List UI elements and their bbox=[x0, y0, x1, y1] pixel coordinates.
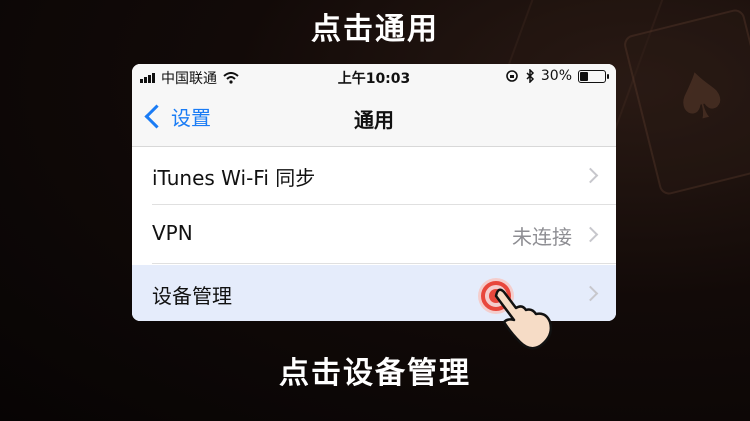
list-item-itunes-wifi-sync[interactable]: iTunes Wi-Fi 同步 bbox=[132, 147, 616, 205]
page-title: 通用 bbox=[354, 108, 394, 132]
chevron-right-icon bbox=[582, 285, 599, 302]
chevron-right-icon bbox=[582, 226, 599, 243]
rotation-lock-icon bbox=[506, 70, 518, 82]
battery-percent: 30% bbox=[540, 68, 572, 84]
list-item-label: iTunes Wi-Fi 同步 bbox=[152, 166, 316, 190]
spade-icon: ♠ bbox=[664, 54, 738, 140]
battery-icon bbox=[578, 69, 609, 83]
status-bar: 中国联通 上午10:03 30% bbox=[132, 64, 616, 90]
list-item-value: 未连接 bbox=[512, 225, 572, 249]
chevron-right-icon bbox=[582, 167, 599, 184]
list-item-label: 设备管理 bbox=[152, 284, 232, 308]
list-item-label: VPN bbox=[152, 221, 193, 245]
instruction-caption-bottom: 点击设备管理 bbox=[279, 356, 471, 391]
navigation-bar: 设置 通用 bbox=[132, 90, 616, 147]
bluetooth-icon bbox=[526, 69, 534, 83]
instruction-caption-top: 点击通用 bbox=[311, 12, 439, 47]
list-item-vpn[interactable]: VPN 未连接 bbox=[132, 206, 616, 264]
